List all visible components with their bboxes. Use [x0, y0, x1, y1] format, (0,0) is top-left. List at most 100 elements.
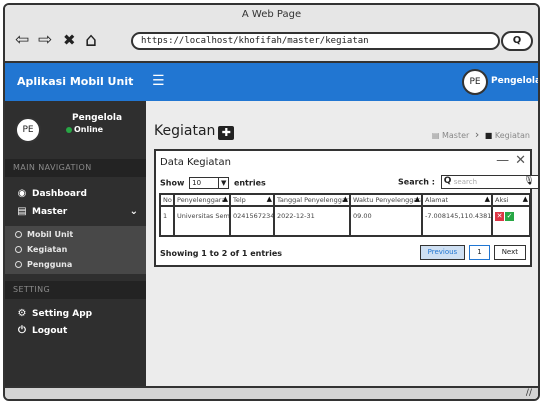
sidebar-item-dashboard[interactable]: ◉ Dashboard — [5, 185, 146, 203]
table-info: Showing 1 to 2 of 1 entries — [160, 249, 283, 258]
delete-icon[interactable]: ✕ — [495, 212, 504, 221]
sort-icon: ▲ — [266, 195, 272, 203]
sidebar-item-logout[interactable]: ⏻ Logout — [5, 322, 146, 340]
card-title: Data Kegiatan — [160, 157, 231, 168]
sidebar-item-pengguna[interactable]: Pengguna — [5, 258, 146, 272]
status-bar: ∕∕ — [5, 386, 538, 399]
next-button[interactable]: Next — [493, 245, 526, 260]
close-icon[interactable]: ✕ — [515, 153, 526, 168]
browser-search-icon[interactable]: Q — [501, 31, 533, 51]
column-label: Penyelenggara — [177, 196, 226, 204]
main-content: Kegiatan ✚ ▤ Master › ■ Kegiatan Data Keg… — [146, 101, 538, 386]
toolbox-icon: ■ — [484, 131, 493, 140]
page-1-button[interactable]: 1 — [469, 245, 490, 260]
column-label: Telp — [233, 196, 246, 204]
cell-alamat: -7.008145,110.43812 — [422, 206, 493, 236]
user-name: Pengelola — [72, 113, 123, 123]
column-header[interactable]: Alamat ▲ — [422, 194, 493, 207]
sort-icon: ▲ — [222, 195, 228, 203]
show-label: Show — [160, 178, 185, 188]
cell-penyelenggara: Universitas Semarang — [174, 206, 231, 236]
sidebar-item-label: Logout — [32, 326, 68, 336]
dashboard-icon: ◉ — [17, 188, 27, 199]
sidebar-item-mobil-unit[interactable]: Mobil Unit — [5, 228, 146, 242]
column-header[interactable]: Penyelenggara ▲ — [174, 194, 231, 207]
sidebar-item-kegiatan[interactable]: Kegiatan — [5, 243, 146, 257]
column-header[interactable]: No — [160, 194, 175, 207]
avatar[interactable]: PE — [462, 69, 488, 95]
sidebar-item-label: Kegiatan — [27, 245, 68, 254]
breadcrumb-current: ■ Kegiatan — [485, 131, 530, 140]
column-header[interactable]: Waktu Penyelenggara ▲ — [350, 194, 423, 207]
user-status: Online — [66, 125, 103, 134]
toolbox-icon: ✚ — [218, 126, 235, 140]
sidebar-item-label: Pengguna — [27, 260, 73, 269]
app-brand[interactable]: Aplikasi Mobil Unit — [5, 63, 146, 101]
cell-tanggal: 2022-12-31 — [274, 206, 351, 236]
sidebar-item-master[interactable]: ▤ Master ⌄ — [5, 203, 146, 221]
sidebar-item-setting-app[interactable]: ⚙ Setting App — [5, 305, 146, 323]
folder-icon: ▤ — [17, 206, 27, 217]
close-icon[interactable]: ✖ — [63, 31, 76, 49]
table-header-row: No Penyelenggara ▲ Telp ▲ Tanggal Penyelen… — [160, 194, 531, 207]
column-label: Waktu Penyelenggara — [353, 196, 422, 204]
online-dot-icon — [66, 126, 72, 133]
forward-arrow-icon[interactable]: ⇨ — [38, 31, 52, 49]
column-label: Aksi — [495, 196, 509, 204]
breadcrumb-master[interactable]: ▤ Master — [432, 131, 469, 140]
breadcrumb-label: Master — [441, 131, 470, 140]
setting-header: SETTING — [5, 281, 146, 299]
breadcrumb: ▤ Master › ■ Kegiatan — [432, 128, 530, 141]
previous-button[interactable]: Previous — [419, 245, 466, 260]
breadcrumb-label: Kegiatan — [494, 131, 530, 140]
top-navbar: ☰ PE Pengelola — [146, 63, 538, 101]
microphone-icon[interactable]: 🎙 — [523, 176, 534, 186]
home-icon[interactable]: ⌂ — [85, 31, 97, 50]
show-entries: Show 10 ▼ entries — [160, 177, 266, 189]
minimize-icon[interactable]: — — [496, 153, 509, 168]
column-header[interactable]: Telp ▲ — [230, 194, 275, 207]
url-bar[interactable]: https://localhost/khofifah/master/kegiat… — [131, 32, 500, 50]
main-nav-header: MAIN NAVIGATION — [5, 159, 146, 177]
top-user-name[interactable]: Pengelola — [491, 76, 538, 86]
column-label: Tanggal Penyelenggara — [277, 196, 350, 204]
kegiatan-table: No Penyelenggara ▲ Telp ▲ Tanggal Penyelen… — [159, 193, 531, 237]
table-search: Search : Qsearch 🎙 — [398, 175, 538, 189]
pagination: Previous 1 Next — [419, 245, 526, 260]
sidebar: Aplikasi Mobil Unit PE Pengelola Online … — [5, 63, 146, 386]
user-panel: PE Pengelola Online — [5, 101, 146, 157]
cell-aksi: ✕ ✓ — [492, 206, 531, 236]
hamburger-menu-icon[interactable]: ☰ — [152, 73, 165, 89]
sort-icon: ▲ — [522, 195, 528, 203]
circle-icon — [15, 246, 22, 253]
sort-icon: ▲ — [342, 195, 348, 203]
column-header[interactable]: Tanggal Penyelenggara ▲ — [274, 194, 351, 207]
browser-toolbar: A Web Page ⇦ ⇨ ✖ ⌂ https://localhost/kho… — [5, 5, 538, 63]
caret-down-icon: ▼ — [218, 178, 229, 188]
table-row: 1 Universitas Semarang 0241567234 2022-1… — [160, 206, 531, 236]
resize-grip-icon[interactable]: ∕∕ — [526, 388, 532, 398]
circle-icon — [15, 231, 22, 238]
sort-icon: ▲ — [414, 195, 420, 203]
cell-waktu: 09.00 — [350, 206, 423, 236]
sidebar-item-label: Mobil Unit — [27, 230, 74, 239]
column-label: No — [163, 196, 172, 204]
window-title: A Web Page — [241, 9, 302, 20]
circle-icon — [15, 261, 22, 268]
column-header[interactable]: Aksi ▲ — [492, 194, 531, 207]
back-arrow-icon[interactable]: ⇦ — [15, 31, 29, 49]
entries-label: entries — [233, 178, 266, 188]
page-title: Kegiatan ✚ — [154, 123, 235, 140]
search-placeholder: search — [453, 178, 478, 186]
sidebar-item-label: Master — [32, 207, 68, 217]
chevron-down-icon: ⌄ — [129, 206, 138, 217]
master-submenu: Mobil Unit Kegiatan Pengguna — [5, 226, 146, 274]
cell-telp: 0241567234 — [230, 206, 275, 236]
browser-window: A Web Page ⇦ ⇨ ✖ ⌂ https://localhost/kho… — [3, 3, 540, 401]
search-input[interactable]: Qsearch 🎙 — [440, 175, 538, 189]
check-icon[interactable]: ✓ — [505, 212, 514, 221]
entries-select[interactable]: 10 ▼ — [189, 177, 230, 189]
card-tools: — ✕ — [490, 153, 526, 168]
power-icon: ⏻ — [18, 325, 26, 336]
cell-no: 1 — [160, 206, 175, 236]
